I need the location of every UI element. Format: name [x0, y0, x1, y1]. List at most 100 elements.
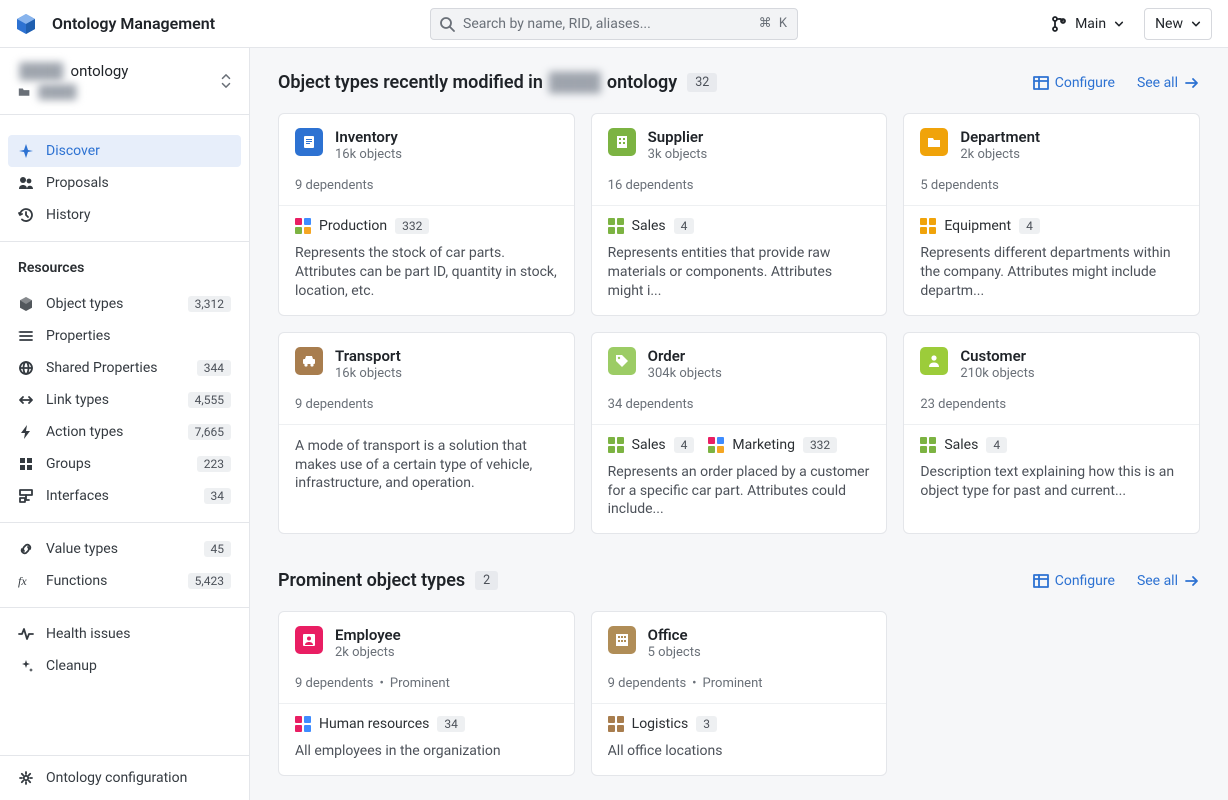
sidebar-item-count: 7,665 [188, 424, 231, 440]
sidebar-item-label: Value types [46, 541, 192, 557]
card-meta: 9 dependents•Prominent [295, 676, 558, 691]
see-all-link[interactable]: See all [1137, 573, 1200, 589]
tag[interactable]: Logistics 3 [608, 716, 717, 732]
tag[interactable]: Sales 4 [920, 437, 1007, 453]
sidebar-item-count: 344 [197, 360, 231, 376]
tag[interactable]: Marketing 332 [708, 437, 837, 453]
tag-icon [920, 218, 936, 234]
sidebar-item-shared-properties[interactable]: Shared Properties 344 [8, 352, 241, 384]
tag-count: 332 [395, 218, 429, 234]
object-type-card[interactable]: Supplier 3k objects 16 dependents Sales … [591, 113, 888, 316]
card-dependents: 9 dependents [295, 397, 558, 412]
card-meta: 9 dependents•Prominent [608, 676, 871, 691]
sidebar-item-label: Cleanup [46, 658, 231, 674]
card-title: Transport [335, 347, 402, 365]
configure-link[interactable]: Configure [1033, 75, 1115, 91]
sidebar-item-discover[interactable]: Discover [8, 135, 241, 167]
table-icon [1033, 75, 1049, 91]
object-type-icon [608, 128, 636, 156]
branch-label: Main [1075, 16, 1106, 32]
sidebar-item-label: Ontology configuration [46, 770, 231, 786]
new-label: New [1155, 16, 1183, 32]
sidebar-item-count: 5,423 [188, 573, 231, 589]
sidebar-item-groups[interactable]: Groups 223 [8, 448, 241, 480]
card-subtitle: 2k objects [960, 147, 1040, 162]
table-icon [1033, 573, 1049, 589]
card-tags: Logistics 3 [608, 716, 871, 732]
sidebar-item-count: 45 [204, 541, 232, 557]
folder-icon [18, 86, 31, 99]
sidebar-item-label: Shared Properties [46, 360, 185, 376]
configure-link[interactable]: Configure [1033, 573, 1115, 589]
link-icon [18, 541, 34, 557]
branch-selector[interactable]: Main [1041, 8, 1134, 40]
branch-icon [1051, 15, 1067, 33]
card-description: A mode of transport is a solution that m… [295, 437, 558, 494]
card-tags: Production 332 [295, 218, 558, 234]
updown-icon [219, 73, 233, 89]
main-content: Object types recently modified in ████ o… [250, 48, 1228, 800]
sidebar-item-value-types[interactable]: Value types 45 [8, 533, 241, 565]
search-input[interactable]: Search by name, RID, aliases... ⌘ K [430, 8, 798, 40]
sidebar-item-label: Properties [46, 328, 231, 344]
tag-count: 4 [674, 437, 695, 453]
sidebar-item-properties[interactable]: Properties [8, 320, 241, 352]
object-type-icon [608, 626, 636, 654]
card-title: Order [648, 347, 722, 365]
sidebar-item-proposals[interactable]: Proposals [8, 167, 241, 199]
tag-name: Human resources [319, 716, 429, 732]
new-button[interactable]: New [1144, 8, 1212, 40]
card-dependents: 5 dependents [920, 178, 1183, 193]
sidebar-item-interfaces[interactable]: Interfaces 34 [8, 480, 241, 512]
ontology-name: ████ ontology [18, 62, 128, 80]
sidebar-item-ontology-configuration[interactable]: Ontology configuration [8, 762, 241, 794]
tag-name: Logistics [632, 716, 689, 732]
card-title: Office [648, 626, 701, 644]
sidebar-item-label: History [46, 207, 231, 223]
object-type-card[interactable]: Customer 210k objects 23 dependents Sale… [903, 332, 1200, 535]
sidebar-item-history[interactable]: History [8, 199, 241, 231]
sidebar-item-cleanup[interactable]: Cleanup [8, 650, 241, 682]
object-type-icon [295, 128, 323, 156]
section-count: 2 [475, 571, 498, 590]
section-count: 32 [687, 73, 717, 92]
sidebar-item-label: Health issues [46, 626, 231, 642]
see-all-link[interactable]: See all [1137, 75, 1200, 91]
object-type-card[interactable]: Transport 16k objects 9 dependents A mod… [278, 332, 575, 535]
tag-icon [295, 218, 311, 234]
tag[interactable]: Production 332 [295, 218, 429, 234]
tag[interactable]: Human resources 34 [295, 716, 465, 732]
tag[interactable]: Sales 4 [608, 218, 695, 234]
object-type-card[interactable]: Order 304k objects 34 dependents Sales 4… [591, 332, 888, 535]
card-dependents: 23 dependents [920, 397, 1183, 412]
sidebar-item-label: Interfaces [46, 488, 192, 504]
sidebar-item-functions[interactable]: Functions 5,423 [8, 565, 241, 597]
object-type-card[interactable]: Employee 2k objects 9 dependents•Promine… [278, 611, 575, 776]
object-type-card[interactable]: Office 5 objects 9 dependents•Prominent … [591, 611, 888, 776]
sidebar-item-object-types[interactable]: Object types 3,312 [8, 288, 241, 320]
section-title: Object types recently modified in ████ o… [278, 72, 677, 93]
object-type-card[interactable]: Department 2k objects 5 dependents Equip… [903, 113, 1200, 316]
card-title: Supplier [648, 128, 708, 146]
card-subtitle: 2k objects [335, 645, 401, 660]
topbar: Ontology Management Search by name, RID,… [0, 0, 1228, 48]
sidebar-item-label: Action types [46, 424, 176, 440]
arrow-right-icon [1184, 75, 1200, 91]
sidebar-item-link-types[interactable]: Link types 4,555 [8, 384, 241, 416]
card-tags: Sales 4 [920, 437, 1183, 453]
card-description: All employees in the organization [295, 742, 558, 761]
tag[interactable]: Equipment 4 [920, 218, 1040, 234]
ontology-selector[interactable]: ████ ontology ████ [0, 48, 249, 110]
card-subtitle: 3k objects [648, 147, 708, 162]
card-dependents: 9 dependents [295, 178, 558, 193]
ontology-sub: ████ [18, 84, 128, 100]
tag[interactable]: Sales 4 [608, 437, 695, 453]
sidebar-item-action-types[interactable]: Action types 7,665 [8, 416, 241, 448]
tag-count: 4 [674, 218, 695, 234]
object-type-card[interactable]: Inventory 16k objects 9 dependents Produ… [278, 113, 575, 316]
bolt-icon [18, 424, 34, 440]
sidebar-item-health-issues[interactable]: Health issues [8, 618, 241, 650]
search-shortcut: ⌘ K [759, 16, 789, 31]
sidebar-item-count: 3,312 [188, 296, 231, 312]
card-title: Department [960, 128, 1040, 146]
